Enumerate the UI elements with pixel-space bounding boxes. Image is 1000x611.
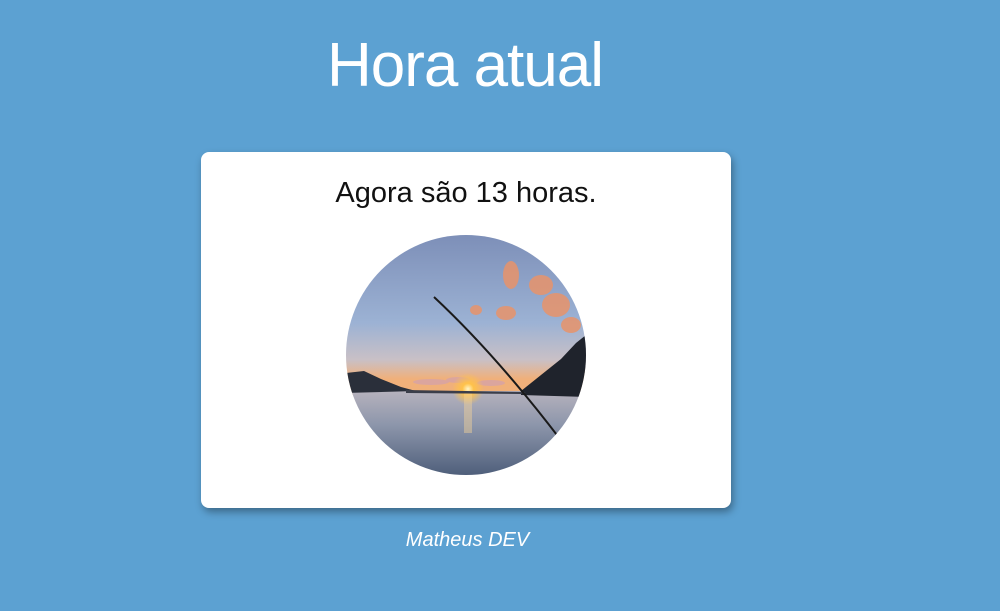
page-title: Hora atual bbox=[326, 31, 604, 100]
sunset-fishing-photo bbox=[346, 235, 586, 475]
footer-credit: Matheus DEV bbox=[405, 529, 530, 551]
sunset-fishing-photo-image bbox=[346, 235, 586, 475]
time-card: Agora são 13 horas. bbox=[201, 152, 731, 508]
current-time-message: Agora são 13 horas. bbox=[335, 177, 597, 209]
